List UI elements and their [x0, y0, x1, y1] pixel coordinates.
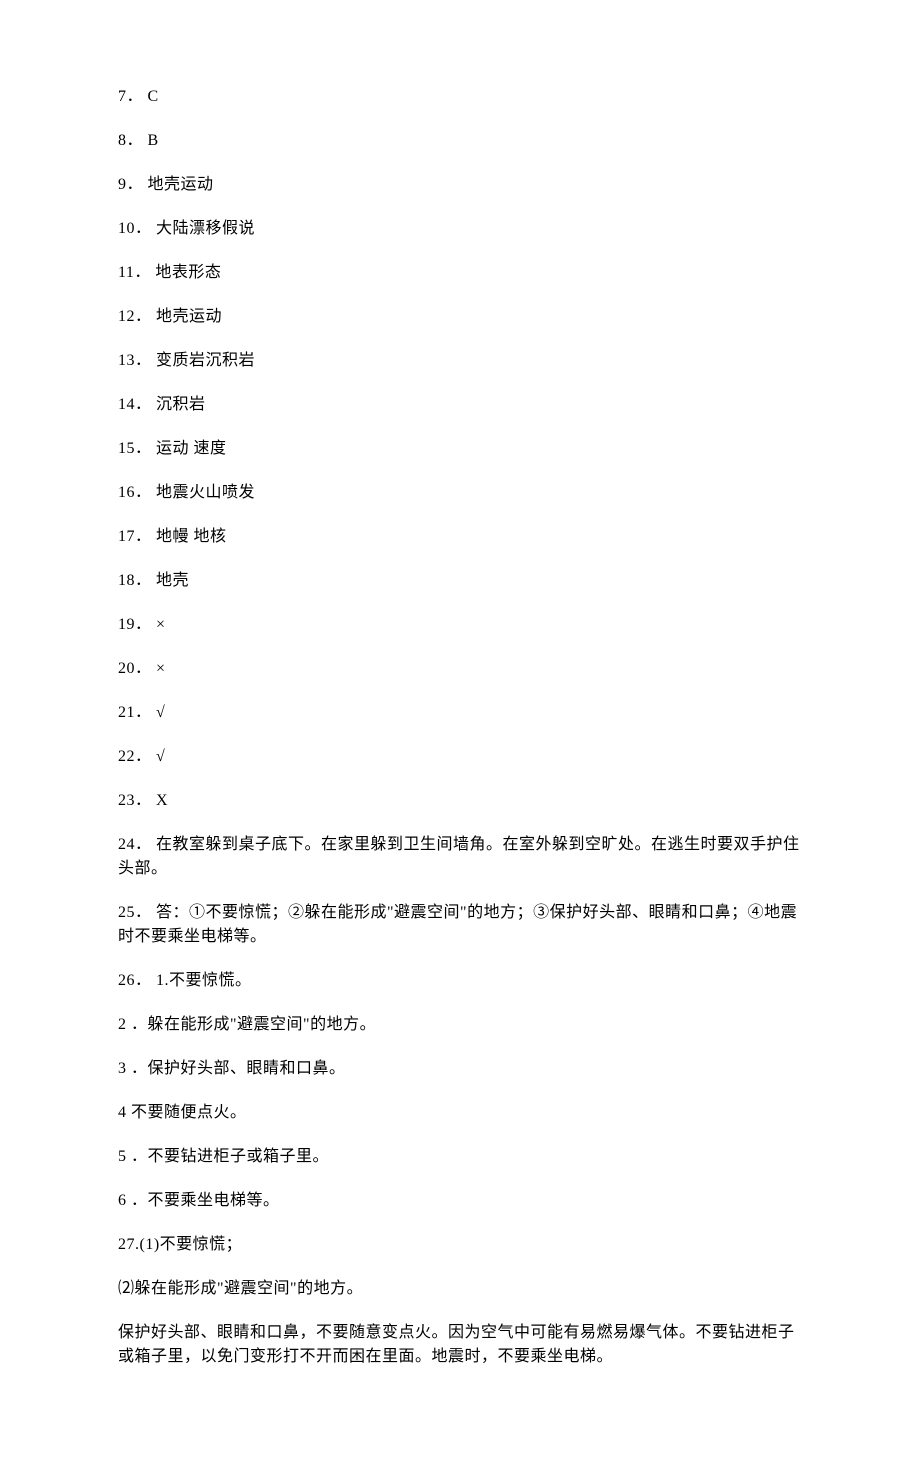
answer-26-sub-2: 2 ．躲在能形成"避震空间"的地方。: [118, 1013, 802, 1037]
answer-27-sub-2: ⑵躲在能形成"避震空间"的地方。: [118, 1277, 802, 1301]
answer-23: 23． X: [118, 789, 802, 813]
answer-15: 15． 运动 速度: [118, 437, 802, 461]
answer-20: 20． ×: [118, 657, 802, 681]
answer-13: 13． 变质岩沉积岩: [118, 349, 802, 373]
answer-11: 11． 地表形态: [118, 261, 802, 285]
answer-21: 21． √: [118, 701, 802, 725]
answer-26: 26． 1.不要惊慌。: [118, 969, 802, 993]
answer-16: 16． 地震火山喷发: [118, 481, 802, 505]
answer-9: 9． 地壳运动: [118, 173, 802, 197]
answer-8: 8． B: [118, 129, 802, 153]
answer-26-sub-6: 6 ．不要乘坐电梯等。: [118, 1189, 802, 1213]
answer-22: 22． √: [118, 745, 802, 769]
answer-12: 12． 地壳运动: [118, 305, 802, 329]
answer-26-sub-4: 4 不要随便点火。: [118, 1101, 802, 1125]
answer-26-sub-3: 3 ．保护好头部、眼睛和口鼻。: [118, 1057, 802, 1081]
answer-27: 27.(1)不要惊慌；: [118, 1233, 802, 1257]
answer-27-sub-3: 保护好头部、眼睛和口鼻，不要随意变点火。因为空气中可能有易燃易爆气体。不要钻进柜…: [118, 1321, 802, 1369]
answer-26-sub-5: 5 ．不要钻进柜子或箱子里。: [118, 1145, 802, 1169]
answer-14: 14． 沉积岩: [118, 393, 802, 417]
answer-19: 19． ×: [118, 613, 802, 637]
answer-10: 10． 大陆漂移假说: [118, 217, 802, 241]
answer-24: 24． 在教室躲到桌子底下。在家里躲到卫生间墙角。在室外躲到空旷处。在逃生时要双…: [118, 833, 802, 881]
document-page: 7． C 8． B 9． 地壳运动 10． 大陆漂移假说 11． 地表形态 12…: [0, 0, 920, 1474]
answer-17: 17． 地幔 地核: [118, 525, 802, 549]
answer-25: 25． 答：①不要惊慌；②躲在能形成"避震空间"的地方；③保护好头部、眼睛和口鼻…: [118, 901, 802, 949]
answer-18: 18． 地壳: [118, 569, 802, 593]
answer-7: 7． C: [118, 85, 802, 109]
